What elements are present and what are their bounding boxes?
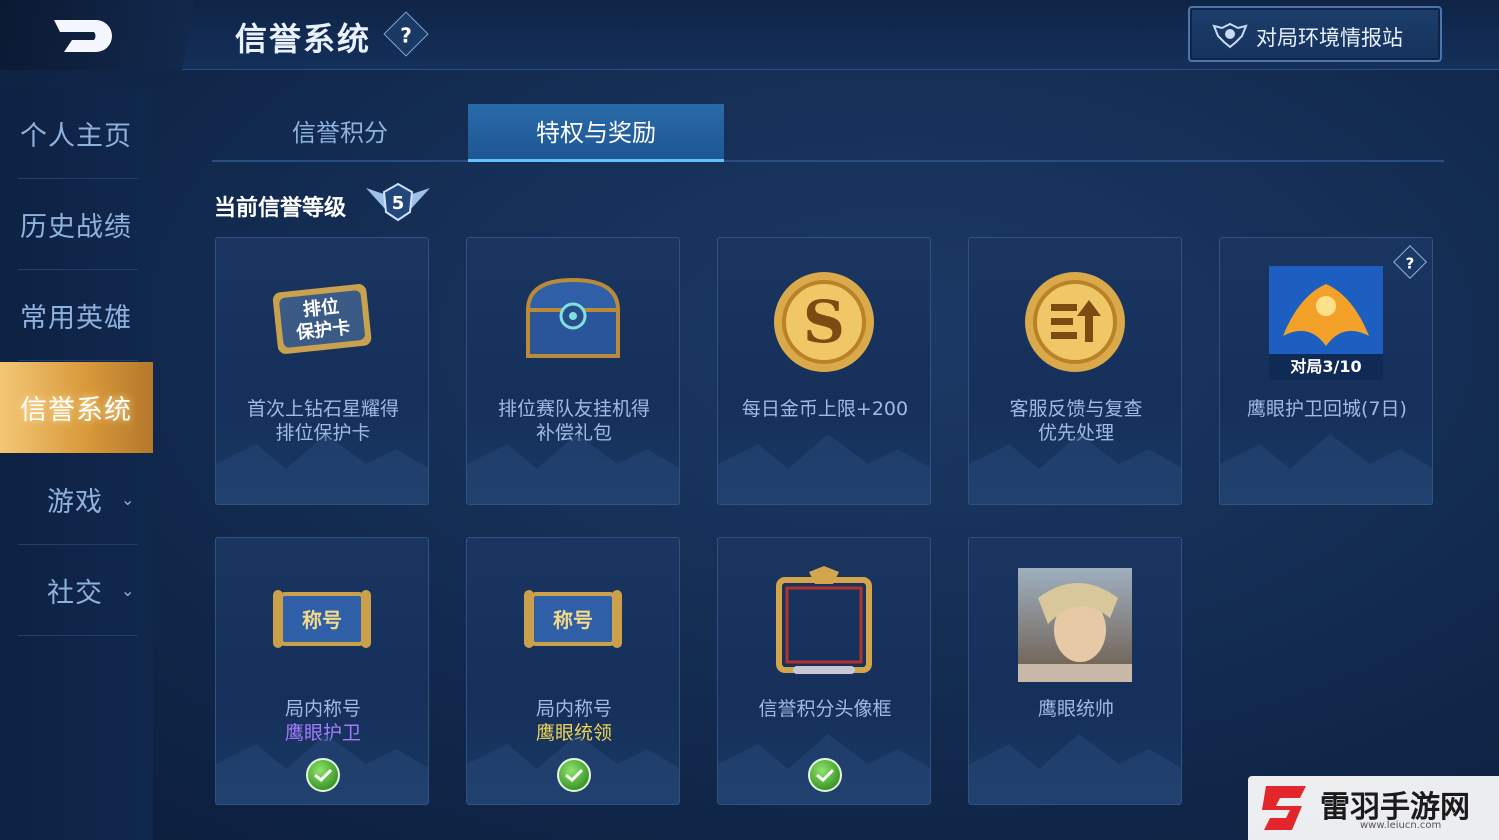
back-button[interactable]	[0, 0, 215, 70]
svg-text:称号: 称号	[553, 608, 593, 632]
mountain-decoration	[467, 434, 679, 504]
mountain-decoration	[969, 434, 1181, 504]
question-icon: ?	[1405, 254, 1415, 273]
reward-card-title-guard[interactable]: 称号 局内称号 鹰眼护卫	[215, 537, 429, 805]
help-button[interactable]: ?	[383, 11, 429, 57]
wings-emblem-icon	[1212, 22, 1248, 49]
priority-coin-icon	[1025, 272, 1125, 372]
sidebar: 个人主页 历史战绩 常用英雄 信誉系统 游戏 ⌄ 社交 ⌄	[0, 88, 153, 840]
sidebar-item-profile[interactable]: 个人主页	[0, 88, 153, 179]
tab-credit-points[interactable]: 信誉积分	[212, 104, 468, 162]
match-intel-button[interactable]: 对局环境情报站	[1188, 6, 1442, 62]
match-intel-label: 对局环境情报站	[1256, 26, 1403, 50]
claimed-check-icon	[306, 758, 340, 792]
svg-text:排位: 排位	[302, 295, 340, 321]
reward-card-title-commander[interactable]: 称号 局内称号 鹰眼统领	[466, 537, 680, 805]
divider	[18, 360, 138, 361]
eagle-recall-icon: 对局3/10	[1269, 266, 1383, 380]
level-value: 5	[392, 193, 405, 214]
reward-card-avatar-frame[interactable]: 信誉积分头像框	[717, 537, 931, 805]
level-badge: 5	[364, 180, 432, 228]
watermark-logo-icon	[1262, 786, 1306, 830]
svg-text:对局3/10: 对局3/10	[1290, 357, 1361, 376]
reward-card-eagle-marshal[interactable]: 鹰眼统帅	[968, 537, 1182, 805]
title-scroll-icon: 称号	[273, 590, 371, 648]
mountain-decoration	[718, 434, 930, 504]
mountain-decoration	[1220, 434, 1432, 504]
mountain-decoration	[216, 434, 428, 504]
top-bar: 信誉系统 ? 对局环境情报站	[0, 0, 1499, 70]
svg-text:称号: 称号	[302, 608, 342, 632]
sidebar-item-label: 信誉系统	[20, 395, 132, 426]
rank-protect-card-icon: 排位 保护卡	[272, 284, 372, 354]
sidebar-item-label: 历史战绩	[20, 212, 132, 243]
sidebar-item-credit-system[interactable]: 信誉系统	[0, 362, 153, 453]
title-scroll-icon: 称号	[524, 590, 622, 648]
winged-level-icon: 5	[366, 182, 430, 222]
question-icon: ?	[400, 23, 412, 48]
svg-text:S: S	[803, 288, 845, 356]
page-title: 信誉系统	[235, 20, 372, 58]
divider	[18, 635, 138, 636]
sidebar-item-history[interactable]: 历史战绩	[0, 179, 153, 270]
claimed-check-icon	[808, 758, 842, 792]
reward-card-compensation-pack[interactable]: 排位赛队友挂机得 补偿礼包	[466, 237, 680, 505]
reward-card-gold-limit[interactable]: S 每日金币上限+200	[717, 237, 931, 505]
reward-card-rank-protect[interactable]: 排位 保护卡 首次上钻石星耀得 排位保护卡	[215, 237, 429, 505]
sidebar-item-label: 个人主页	[20, 121, 132, 152]
sidebar-item-label: 游戏	[47, 487, 103, 518]
watermark-url: www.leiucn.com	[1360, 820, 1442, 831]
chevron-down-icon: ⌄	[121, 581, 135, 600]
sidebar-item-label: 社交	[47, 578, 103, 609]
tab-bar: 信誉积分 特权与奖励	[212, 104, 1444, 162]
avatar-frame-icon	[776, 566, 872, 674]
mountain-decoration	[969, 734, 1181, 804]
reward-card-priority-service[interactable]: 客服反馈与复查 优先处理	[968, 237, 1182, 505]
reward-card-eagle-recall[interactable]: 对局3/10 ? 鹰眼护卫回城(7日)	[1219, 237, 1433, 505]
credit-level-label: 当前信誉等级	[214, 196, 347, 221]
site-watermark: 雷羽手游网 www.leiucn.com	[1248, 776, 1499, 840]
sidebar-item-game[interactable]: 游戏 ⌄	[0, 454, 153, 545]
claimed-check-icon	[557, 758, 591, 792]
sidebar-item-social[interactable]: 社交 ⌄	[0, 545, 153, 636]
hero-portrait-icon	[1018, 568, 1132, 682]
back-arrow-icon	[54, 20, 112, 52]
reward-help-button[interactable]: ?	[1393, 245, 1427, 279]
treasure-chest-icon	[525, 277, 621, 358]
gold-coin-icon: S	[774, 272, 874, 372]
chevron-down-icon: ⌄	[121, 490, 135, 509]
sidebar-item-heroes[interactable]: 常用英雄	[0, 270, 153, 361]
sidebar-item-label: 常用英雄	[20, 303, 132, 334]
tab-privileges-rewards[interactable]: 特权与奖励	[468, 104, 724, 162]
